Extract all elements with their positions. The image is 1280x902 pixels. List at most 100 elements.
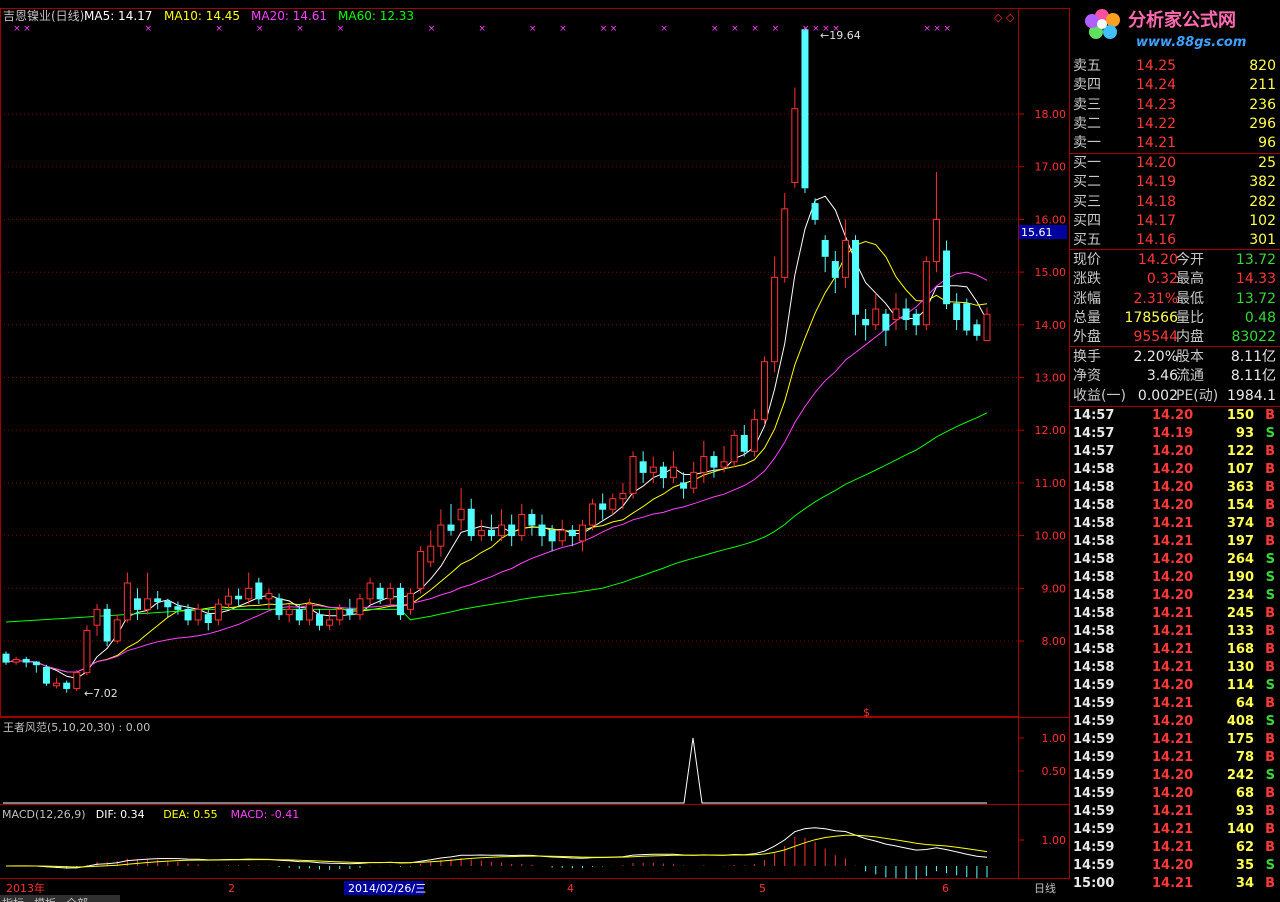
- macd-tick-label: 1.00: [1042, 834, 1067, 847]
- tick-time: 14:58: [1073, 642, 1115, 657]
- tick-time: 14:59: [1073, 750, 1115, 765]
- tick-volume: 175: [1226, 732, 1254, 747]
- quote-value: 2.31%: [1133, 290, 1178, 307]
- candle-body: [133, 598, 141, 610]
- quote-value: 95544: [1133, 329, 1178, 346]
- tick-volume: 62: [1235, 840, 1254, 855]
- quote-label: 最低: [1176, 290, 1204, 307]
- tick-price: 14.20: [1152, 786, 1194, 801]
- candle: [922, 256, 930, 331]
- candle-body: [2, 653, 10, 663]
- candle: [852, 235, 860, 336]
- low-mark: ←7.02: [84, 687, 118, 700]
- tick-volume: 190: [1226, 570, 1254, 585]
- tick-side: B: [1265, 480, 1275, 495]
- candle: [255, 577, 263, 605]
- candle: [710, 451, 718, 478]
- candle: [609, 493, 617, 515]
- candle: [902, 298, 910, 331]
- candle-body: [852, 239, 860, 315]
- candle: [346, 598, 354, 620]
- candle-body: [245, 587, 253, 600]
- signal-x-mark: ×: [610, 24, 618, 34]
- logo-url: www.88gs.com: [1136, 35, 1246, 50]
- bid-volume: 25: [1258, 155, 1276, 171]
- tick-row: 14:58 14.21 133 B: [1070, 623, 1280, 641]
- bottom-tab[interactable]: 模板: [34, 896, 56, 902]
- candle: [690, 461, 698, 494]
- candle: [791, 87, 799, 188]
- candle-body: [83, 629, 91, 674]
- candle: [93, 604, 101, 636]
- quote-value: 13.72: [1235, 252, 1276, 268]
- tick-price: 14.20: [1152, 462, 1194, 477]
- ask-row: 卖四 14.24 211: [1070, 76, 1280, 94]
- candle-body: [619, 492, 627, 500]
- tick-row: 14:58 14.20 234 S: [1070, 587, 1280, 605]
- candle-body: [508, 524, 516, 537]
- tick-side: B: [1265, 624, 1275, 639]
- y-tick-label: 12.00: [1035, 424, 1067, 437]
- logo: 分析家公式网 www.88gs.com: [1085, 9, 1246, 50]
- candle-body: [366, 582, 374, 600]
- kline-chart[interactable]: 18.00 17.00 16.00 15.00 14.00 13.00 12.00 11.00…: [0, 0, 1070, 902]
- tick-volume: 408: [1226, 714, 1254, 729]
- candle: [103, 604, 111, 647]
- ask-row: 卖二 14.22 296: [1070, 115, 1280, 133]
- candle-body: [892, 308, 900, 321]
- candle: [133, 588, 141, 620]
- bottom-tab[interactable]: 全部: [66, 896, 88, 902]
- tick-time: 14:59: [1073, 732, 1115, 747]
- signal-x-mark: ×: [13, 24, 21, 34]
- candle: [953, 293, 961, 331]
- candle-body: [336, 608, 344, 621]
- candle: [214, 598, 222, 626]
- candle: [568, 525, 576, 547]
- fundamental-label: PE(动): [1176, 387, 1219, 404]
- candle-body: [983, 313, 991, 342]
- macd-label: DIF: 0.34: [96, 808, 145, 821]
- candle: [963, 298, 971, 336]
- signal-x-marks: × × × × × × × × × × × × × × × × × × × × × × × × ×: [13, 24, 951, 34]
- flower-icon: [1085, 9, 1120, 39]
- bottom-tab[interactable]: 指标: [2, 896, 24, 902]
- tick-row: 14:58 14.20 190 S: [1070, 569, 1280, 587]
- quote-row: 涨跌 0.32 最高 14.33: [1070, 270, 1280, 288]
- bid-price: 14.16: [1136, 232, 1177, 249]
- tick-row: 14:59 14.20 114 S: [1070, 677, 1280, 695]
- tick-price: 14.19: [1152, 426, 1194, 441]
- quote-row: 总量 178566 量比 0.48: [1070, 309, 1280, 327]
- candle: [892, 293, 900, 331]
- bid-label: 买四: [1073, 212, 1101, 229]
- candle-body: [164, 600, 172, 608]
- candle-body: [639, 461, 647, 473]
- candle-body: [255, 582, 263, 600]
- ma-label: MA60: 12.33: [338, 9, 414, 23]
- fundamental-label: 换手: [1073, 349, 1101, 365]
- candle-body: [518, 514, 526, 537]
- ma20-line: [5, 271, 988, 673]
- candle: [265, 588, 273, 610]
- y-tick-label: 15.00: [1035, 266, 1067, 279]
- bottom-tabs[interactable]: 指标 模板 全部: [2, 896, 88, 902]
- ask-row: 卖五 14.25 820: [1070, 57, 1280, 75]
- bid-row: 买四 14.17 102: [1070, 212, 1280, 230]
- tick-side: S: [1265, 714, 1275, 729]
- candle: [32, 661, 40, 673]
- quote-label: 今开: [1176, 252, 1204, 268]
- indicator-axis: 1.00 0.50: [1018, 732, 1066, 778]
- candle: [811, 198, 819, 225]
- candle-body: [943, 250, 951, 305]
- candle-body: [548, 529, 556, 542]
- macd-lines: [5, 827, 988, 869]
- quote-panel: 分析家公式网 www.88gs.com 卖五 14.25 820 卖四 14.24 211…: [1070, 0, 1280, 902]
- candle: [771, 256, 779, 373]
- signal-x-mark: ×: [478, 24, 486, 34]
- candle: [761, 356, 769, 425]
- candle: [42, 664, 50, 686]
- axis-column-frame: [1018, 8, 1070, 879]
- signal-x-mark: ×: [600, 24, 608, 34]
- main-panel-frame: [0, 8, 1019, 717]
- candle: [2, 651, 10, 665]
- candle-body: [447, 524, 455, 531]
